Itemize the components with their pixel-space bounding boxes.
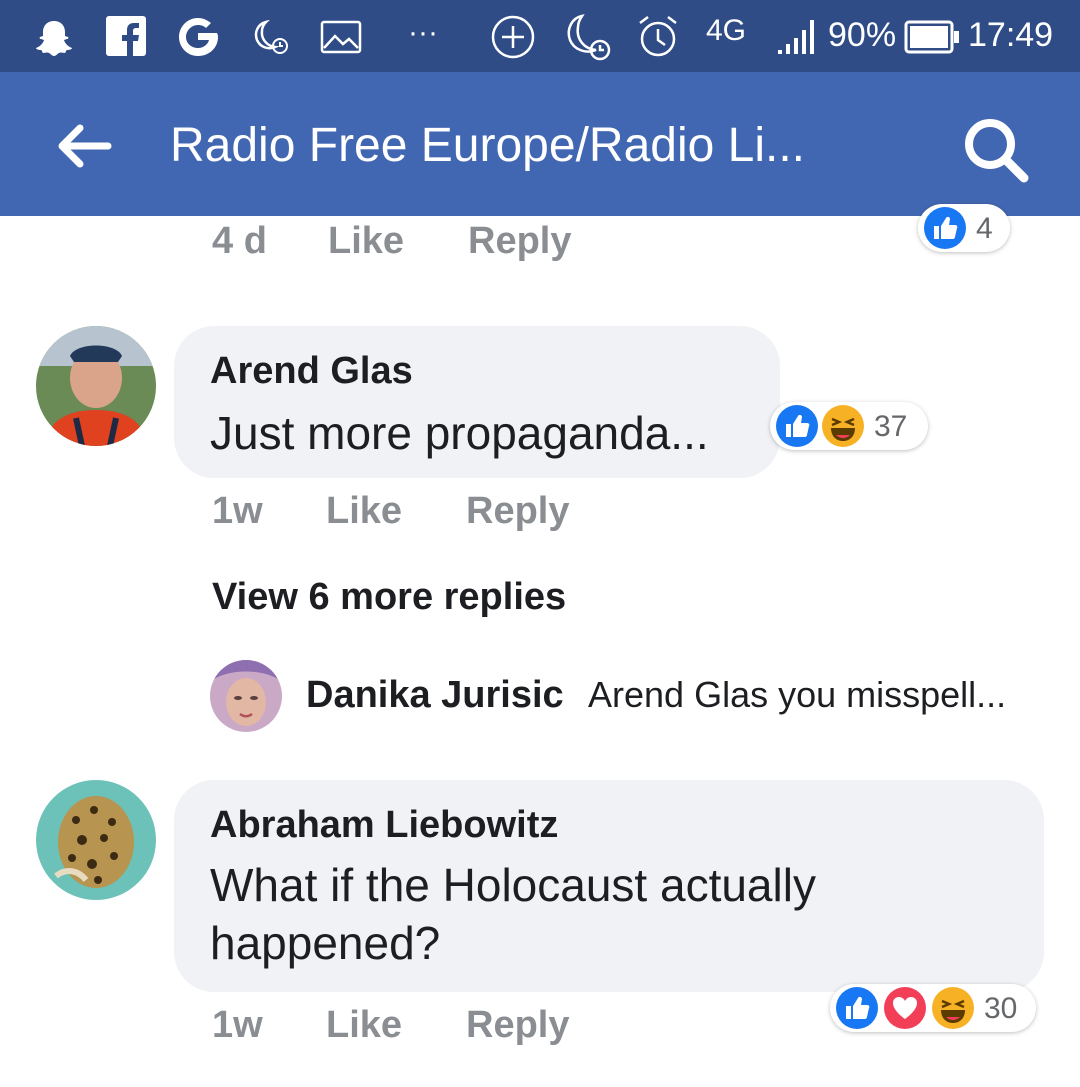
comment-text: What if the Holocaust actually happened? (210, 859, 816, 969)
like-link[interactable]: Like (326, 490, 402, 533)
more-icon: ··· (408, 16, 438, 49)
status-bar: ··· 4G 90% 17:49 (0, 0, 1080, 72)
search-button[interactable] (962, 116, 1030, 184)
reaction-count: 37 (874, 410, 908, 443)
night-alarm-icon (250, 19, 290, 60)
arrow-left-icon (58, 124, 112, 168)
reply-link[interactable]: Reply (468, 220, 571, 263)
haha-reaction-icon (822, 405, 864, 447)
reaction-summary[interactable]: 4 (918, 204, 1010, 252)
facebook-icon (106, 16, 146, 60)
like-reaction-icon (776, 405, 818, 447)
comment-bubble: Arend Glas Just more propaganda... (174, 326, 780, 478)
comment-text: Just more propaganda... (210, 407, 709, 459)
view-more-replies-link[interactable]: View 6 more replies (212, 576, 566, 619)
add-circle-icon (490, 14, 536, 64)
haha-reaction-icon (932, 987, 974, 1029)
reply-preview[interactable]: Danika Jurisic Arend Glas you misspell..… (210, 660, 1060, 732)
back-button[interactable] (56, 124, 112, 168)
reply-link[interactable]: Reply (466, 490, 569, 533)
like-reaction-icon (836, 987, 878, 1029)
app-bar: Radio Free Europe/Radio Li... (0, 72, 1080, 216)
alarm-icon (636, 14, 680, 64)
avatar[interactable] (36, 326, 156, 446)
reaction-count: 30 (984, 992, 1018, 1025)
search-icon (965, 119, 1029, 183)
comment-author[interactable]: Arend Glas (210, 350, 413, 393)
google-icon (174, 13, 222, 65)
comment-time: 4 d (212, 220, 267, 262)
signal-icon (776, 18, 822, 60)
comment-time: 1w (212, 490, 263, 532)
comment-bubble: Abraham Liebowitz What if the Holocaust … (174, 780, 1044, 992)
moon-alarm-icon (560, 12, 614, 68)
like-reaction-icon (924, 207, 966, 249)
battery-icon (904, 20, 960, 58)
reaction-summary[interactable]: 30 (830, 984, 1036, 1032)
network-label: 4G (706, 14, 747, 47)
page-title: Radio Free Europe/Radio Li... (170, 119, 806, 172)
reply-author: Danika Jurisic (306, 674, 564, 716)
reaction-summary[interactable]: 37 (770, 402, 928, 450)
avatar (210, 660, 282, 732)
love-reaction-icon (884, 987, 926, 1029)
image-icon (320, 20, 362, 58)
comment-time: 1w (212, 1004, 263, 1046)
like-link[interactable]: Like (328, 220, 404, 263)
reply-link[interactable]: Reply (466, 1004, 569, 1047)
like-link[interactable]: Like (326, 1004, 402, 1047)
reaction-count: 4 (976, 212, 993, 245)
battery-percent: 90% (828, 16, 897, 54)
snapchat-icon (34, 18, 74, 62)
comment-author[interactable]: Abraham Liebowitz (210, 804, 558, 847)
avatar[interactable] (36, 780, 156, 900)
clock: 17:49 (968, 16, 1054, 54)
reply-snippet: Arend Glas you misspell... (588, 674, 1007, 715)
